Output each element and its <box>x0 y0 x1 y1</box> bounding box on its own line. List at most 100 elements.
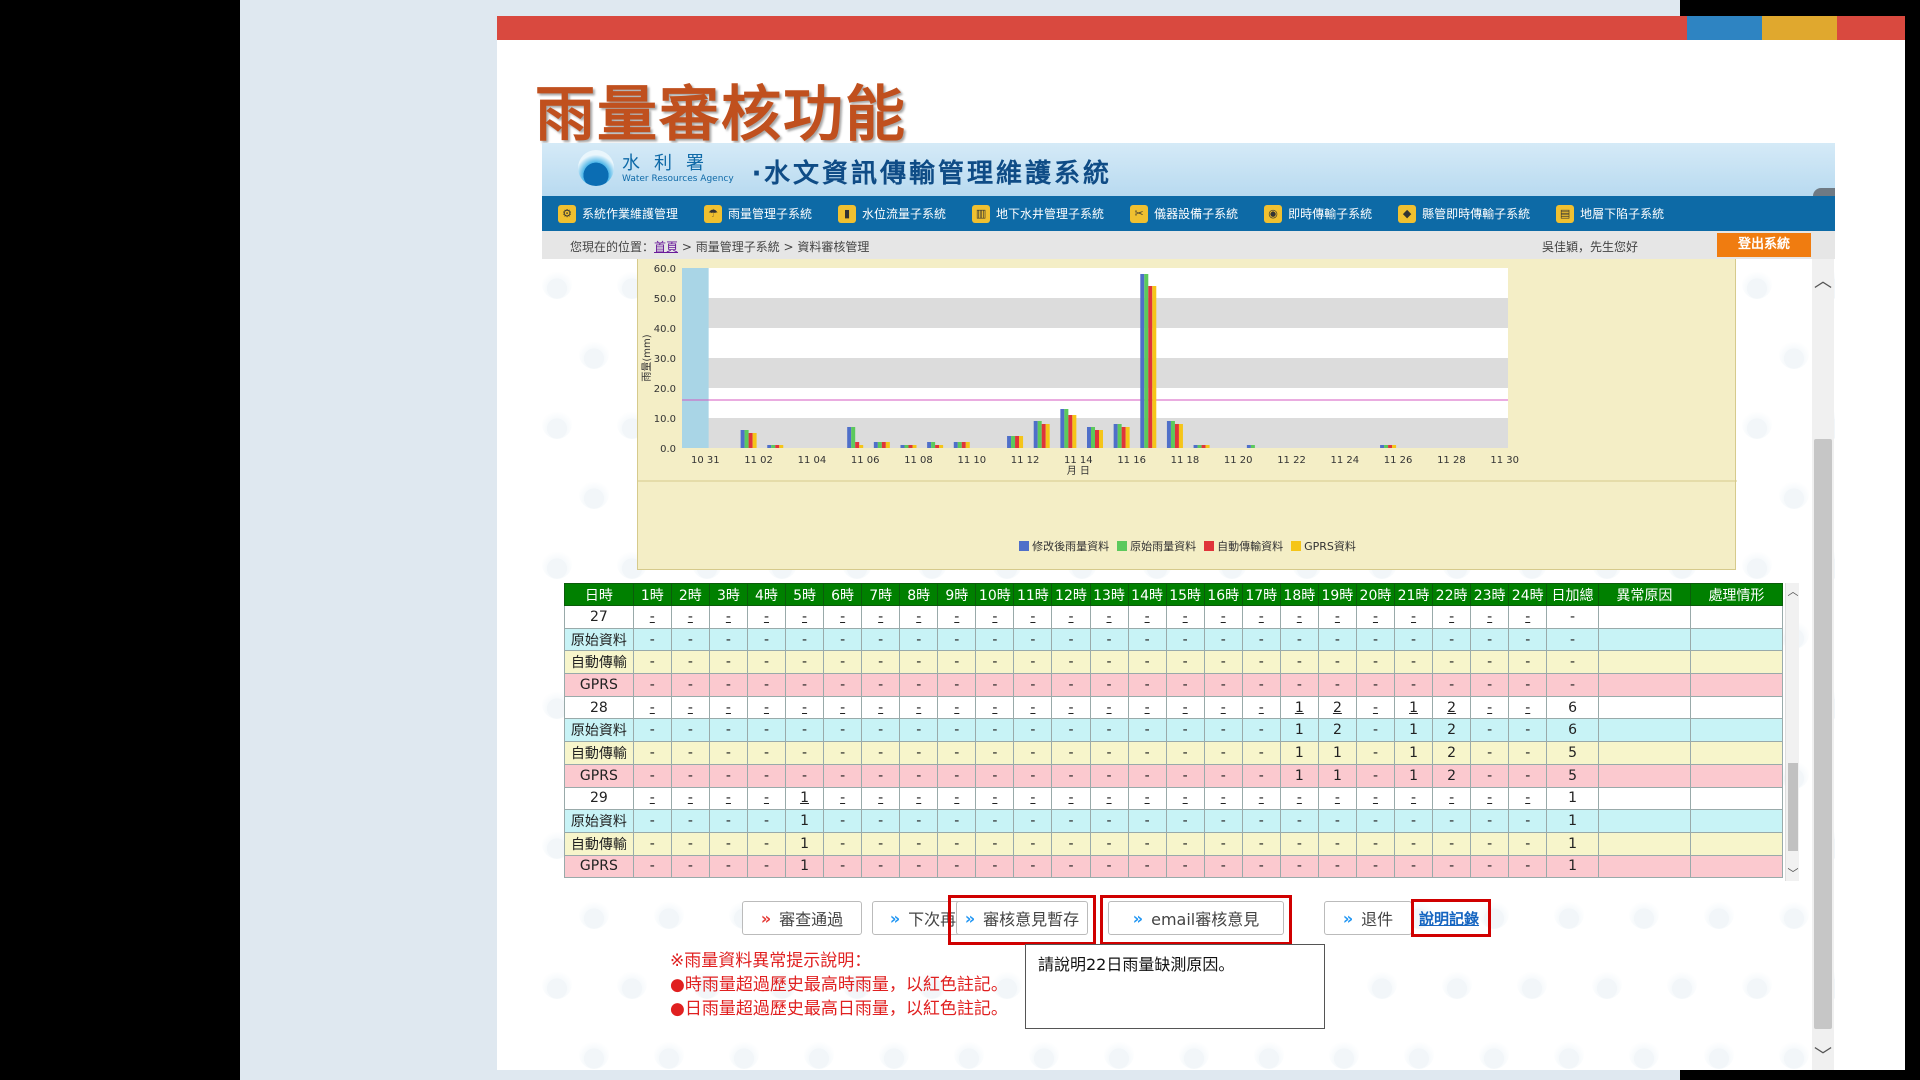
agency-logo-icon[interactable] <box>578 150 614 186</box>
hour-cell[interactable]: 1 <box>784 786 825 811</box>
hour-cell[interactable]: - <box>1508 786 1548 811</box>
anomaly-reason-cell[interactable] <box>1597 650 1691 675</box>
hour-cell[interactable]: - <box>1432 605 1472 629</box>
anomaly-reason-cell[interactable] <box>1597 673 1691 697</box>
hour-cell[interactable]: - <box>1165 605 1205 629</box>
logout-button[interactable]: 登出系統 <box>1717 233 1811 257</box>
handling-status-cell[interactable] <box>1689 763 1784 788</box>
anomaly-reason-cell[interactable] <box>1597 627 1691 652</box>
review-comment-field[interactable]: 請說明22日雨量缺測原因。 <box>1025 944 1325 1029</box>
hour-cell[interactable]: - <box>823 695 863 720</box>
hour-cell[interactable]: - <box>632 786 672 811</box>
hour-cell[interactable]: - <box>937 605 977 629</box>
hour-cell[interactable]: - <box>1051 605 1091 629</box>
anomaly-reason-cell[interactable] <box>1597 718 1691 743</box>
hour-cell[interactable]: - <box>632 605 672 629</box>
hour-cell[interactable]: - <box>1241 605 1281 629</box>
hour-cell[interactable]: - <box>670 786 710 811</box>
hour-cell[interactable]: - <box>1279 605 1319 629</box>
hour-cell[interactable]: - <box>1203 695 1243 720</box>
handling-status-cell[interactable] <box>1689 673 1784 697</box>
handling-status-cell[interactable] <box>1689 831 1784 856</box>
hour-cell[interactable]: - <box>975 695 1015 720</box>
hour-cell[interactable]: 1 <box>1393 695 1434 720</box>
hour-cell[interactable]: - <box>899 695 939 720</box>
hour-cell[interactable]: - <box>1279 786 1319 811</box>
anomaly-reason-cell[interactable] <box>1597 809 1691 833</box>
hour-cell[interactable]: - <box>1165 786 1205 811</box>
nav-item-7[interactable]: ▤ 地層下陷子系統 <box>1556 204 1664 223</box>
hour-cell[interactable]: - <box>899 786 939 811</box>
handling-status-cell[interactable] <box>1689 650 1784 675</box>
nav-item-3[interactable]: ▥ 地下水井管理子系統 <box>972 204 1104 223</box>
handling-status-cell[interactable] <box>1689 786 1784 811</box>
hour-cell[interactable]: - <box>1470 605 1510 629</box>
hour-cell[interactable]: - <box>1051 786 1091 811</box>
nav-item-4[interactable]: ✂ 儀器設備子系統 <box>1130 204 1238 223</box>
hour-cell[interactable]: - <box>975 605 1015 629</box>
anomaly-reason-cell[interactable] <box>1597 605 1691 629</box>
hour-cell[interactable]: - <box>1013 695 1053 720</box>
hour-cell[interactable]: - <box>1470 786 1510 811</box>
handling-status-cell[interactable] <box>1689 695 1784 720</box>
handling-status-cell[interactable] <box>1689 627 1784 652</box>
hour-cell[interactable]: - <box>861 695 901 720</box>
hour-cell[interactable]: - <box>1355 605 1396 629</box>
grid-scroll-down-icon[interactable]: ﹀ <box>1786 865 1800 881</box>
hour-cell[interactable]: - <box>1317 786 1357 811</box>
hour-cell[interactable]: - <box>975 786 1015 811</box>
breadcrumb-home-link[interactable]: 首頁 <box>654 240 678 254</box>
hour-cell[interactable]: - <box>1432 786 1472 811</box>
hour-cell[interactable]: - <box>937 695 977 720</box>
hour-cell[interactable]: - <box>1393 786 1434 811</box>
hour-cell[interactable]: - <box>1127 786 1167 811</box>
email-opinion-button[interactable]: » email審核意見 <box>1108 901 1284 935</box>
hour-cell[interactable]: - <box>1470 695 1510 720</box>
hour-cell[interactable]: - <box>937 786 977 811</box>
hour-cell[interactable]: - <box>746 786 787 811</box>
hour-cell[interactable]: - <box>670 605 710 629</box>
hour-cell[interactable]: - <box>1203 605 1243 629</box>
hour-cell[interactable]: - <box>1127 695 1167 720</box>
scroll-down-icon[interactable]: ﹀ <box>1812 1042 1834 1068</box>
handling-status-cell[interactable] <box>1689 605 1784 629</box>
hour-cell[interactable]: - <box>1355 786 1396 811</box>
hour-cell[interactable]: - <box>632 695 672 720</box>
hour-cell[interactable]: - <box>1089 695 1129 720</box>
nav-item-6[interactable]: ◆ 縣管即時傳輸子系統 <box>1398 204 1530 223</box>
grid-scrollbar[interactable]: ︿ ﹀ <box>1785 583 1799 881</box>
hour-cell[interactable]: - <box>708 605 748 629</box>
hour-cell[interactable]: - <box>861 786 901 811</box>
hour-cell[interactable]: - <box>899 605 939 629</box>
hour-cell[interactable]: - <box>1317 605 1357 629</box>
scroll-up-icon[interactable]: ︿ <box>1812 267 1834 293</box>
anomaly-reason-cell[interactable] <box>1597 786 1691 811</box>
hour-cell[interactable]: - <box>784 695 825 720</box>
grid-scroll-up-icon[interactable]: ︿ <box>1786 583 1800 599</box>
explain-log-link[interactable]: 說明記錄 <box>1419 908 1479 929</box>
anomaly-reason-cell[interactable] <box>1597 695 1691 720</box>
page-scroll-thumb[interactable] <box>1814 439 1832 1029</box>
handling-status-cell[interactable] <box>1689 741 1784 765</box>
hour-cell[interactable]: - <box>1393 605 1434 629</box>
return-button[interactable]: » 退件 <box>1324 901 1412 935</box>
hour-cell[interactable]: - <box>746 695 787 720</box>
anomaly-reason-cell[interactable] <box>1597 854 1691 879</box>
hour-cell[interactable]: - <box>708 695 748 720</box>
hour-cell[interactable]: - <box>708 786 748 811</box>
hour-cell[interactable]: 2 <box>1317 695 1357 720</box>
approve-button[interactable]: » 審查通過 <box>742 901 862 935</box>
hour-cell[interactable]: - <box>861 605 901 629</box>
hour-cell[interactable]: - <box>1241 695 1281 720</box>
hour-cell[interactable]: - <box>1051 695 1091 720</box>
hour-cell[interactable]: - <box>1165 695 1205 720</box>
hour-cell[interactable]: - <box>670 695 710 720</box>
hour-cell[interactable]: - <box>1203 786 1243 811</box>
anomaly-reason-cell[interactable] <box>1597 741 1691 765</box>
nav-item-5[interactable]: ◉ 即時傳輸子系統 <box>1264 204 1372 223</box>
hour-cell[interactable]: 2 <box>1432 695 1472 720</box>
grid-scroll-thumb[interactable] <box>1788 763 1798 851</box>
hour-cell[interactable]: - <box>823 605 863 629</box>
nav-item-0[interactable]: ⚙ 系統作業維護管理 <box>558 204 678 223</box>
save-opinion-button[interactable]: » 審核意見暫存 <box>956 901 1088 935</box>
